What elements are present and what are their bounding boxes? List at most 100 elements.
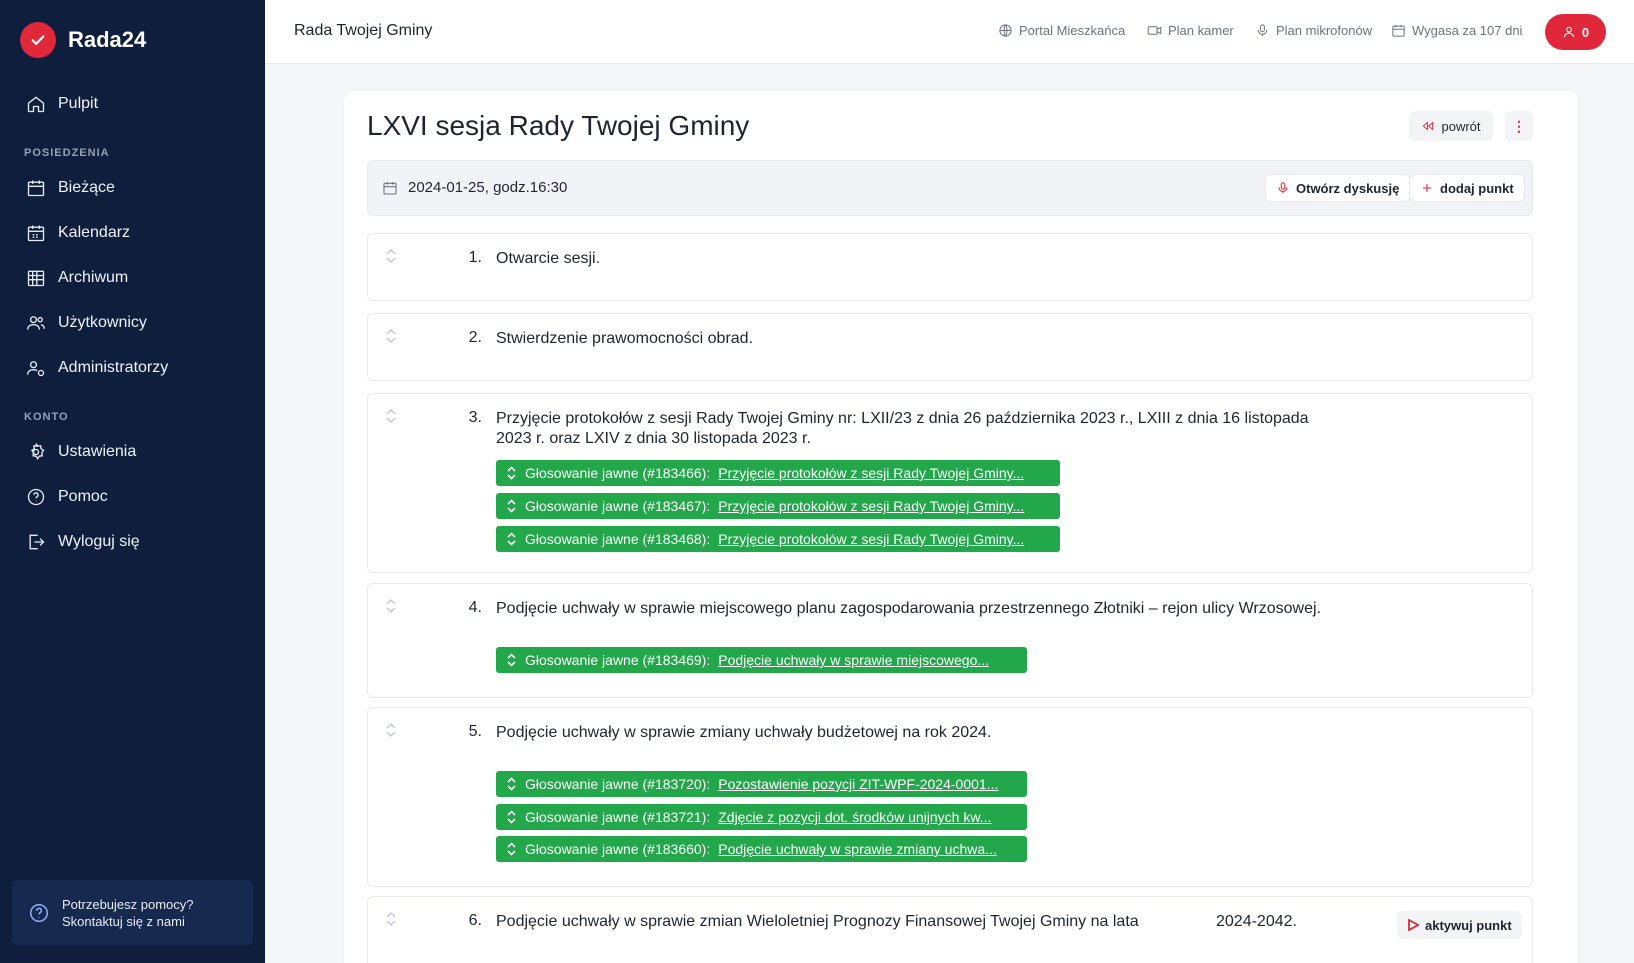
open-discussion-button[interactable]: Otwórz dyskusję (1265, 174, 1411, 202)
logout-icon (29, 534, 45, 550)
vote-badge[interactable]: Głosowanie jawne (#183466): Przyjęcie pr… (496, 460, 1060, 486)
expiry-info: Wygasa za 107 dni (1391, 23, 1522, 38)
sidebar-item-pulpit[interactable]: Pulpit (26, 94, 98, 114)
point-number: 2. (468, 329, 482, 346)
sidebar-item-pomoc[interactable]: Pomoc (26, 487, 108, 507)
agenda-point[interactable]: 4. Podjęcie uchwały w sprawie miejscoweg… (367, 583, 1533, 698)
drag-handle-icon[interactable] (384, 722, 398, 738)
drag-handle-icon[interactable] (384, 328, 398, 344)
vote-prefix: Głosowanie jawne (#183720): (525, 776, 711, 792)
vote-icon (507, 532, 516, 546)
brand-logo (20, 22, 56, 58)
vote-badge[interactable]: Głosowanie jawne (#183720): Pozostawieni… (496, 771, 1027, 797)
sidebar-item-administratorzy[interactable]: Administratorzy (26, 358, 168, 378)
sidebar-item-label: Pomoc (58, 488, 108, 505)
agenda-point[interactable]: 3. Przyjęcie protokołów z sesji Rady Two… (367, 393, 1533, 573)
point-title: Podjęcie uchwały w sprawie miejscowego p… (496, 600, 1322, 617)
vote-prefix: Głosowanie jawne (#183660): (525, 841, 711, 857)
point-title: Przyjęcie protokołów z sesji Rady Twojej… (496, 409, 1456, 449)
point-number: 1. (468, 249, 482, 266)
check-icon (31, 35, 45, 45)
add-point-button[interactable]: dodaj punkt (1409, 174, 1525, 202)
vote-icon (507, 810, 516, 824)
vote-link[interactable]: Pozostawienie pozycji ZIT-WPF-2024-0001.… (718, 776, 998, 792)
vote-prefix: Głosowanie jawne (#183469): (525, 652, 711, 668)
agenda-point[interactable]: 6. Podjęcie uchwały w sprawie zmian Wiel… (367, 896, 1533, 963)
nav-section-posiedzenia: POSIEDZENIA (24, 147, 110, 159)
vote-badge[interactable]: Głosowanie jawne (#183468): Przyjęcie pr… (496, 526, 1060, 552)
help-icon (27, 488, 45, 506)
sidebar-item-label: Bieżące (58, 179, 115, 196)
point-number: 6. (468, 912, 482, 929)
sidebar-item-label: Archiwum (58, 269, 129, 286)
point-number: 5. (468, 723, 482, 740)
drag-handle-icon[interactable] (384, 598, 398, 614)
vote-icon (507, 777, 516, 791)
point-number: 4. (468, 599, 482, 616)
help-icon (30, 903, 48, 922)
plan-mikrofonow-link[interactable]: Plan mikrofonów (1255, 23, 1372, 38)
drag-handle-icon[interactable] (384, 911, 398, 927)
nav-section-konto: KONTO (24, 411, 69, 423)
help-text: Potrzebujesz pomocy? Skontaktuj się z na… (62, 896, 194, 930)
vote-link[interactable]: Podjęcie uchwały w sprawie miejscowego..… (718, 652, 989, 668)
vote-link[interactable]: Przyjęcie protokołów z sesji Rady Twojej… (718, 498, 1024, 514)
vote-icon (507, 499, 516, 513)
online-users-button[interactable]: 0 (1545, 14, 1606, 50)
brand[interactable]: Rada24 (20, 22, 146, 58)
page-title: LXVI sesja Rady Twojej Gminy (367, 110, 750, 141)
agenda-point[interactable]: 2. Stwierdzenie prawomocności obrad. (367, 313, 1533, 381)
calendar-grid-icon (27, 225, 45, 242)
drag-handle-icon[interactable] (384, 408, 398, 424)
microphone-icon (1278, 182, 1288, 194)
more-icon: ⋮ (1512, 117, 1526, 134)
sidebar-item-uzytkownicy[interactable]: Użytkownicy (26, 313, 147, 333)
portal-mieszkanca-link[interactable]: Portal Mieszkańca (998, 23, 1125, 38)
expiry-label: Wygasa za 107 dni (1412, 23, 1523, 38)
microphone-icon (1257, 24, 1268, 37)
point-title-line: 2023 r. oraz LXIV z dnia 30 listopada 20… (496, 430, 811, 447)
vote-link[interactable]: Przyjęcie protokołów z sesji Rady Twojej… (718, 465, 1024, 481)
session-date-bar: 2024-01-25, godz.16:30 Otwórz dyskusję d… (367, 160, 1533, 216)
activate-point-button[interactable]: aktywuj punkt (1397, 911, 1522, 939)
more-options-button[interactable]: ⋮ (1505, 111, 1533, 141)
sidebar-item-archiwum[interactable]: Archiwum (26, 268, 128, 288)
home-icon (27, 96, 45, 113)
camera-icon (1147, 26, 1162, 35)
agenda-point[interactable]: 1. Otwarcie sesji. (367, 233, 1533, 301)
plan-kamer-link[interactable]: Plan kamer (1147, 23, 1234, 38)
help-contact-box[interactable]: Potrzebujesz pomocy? Skontaktuj się z na… (12, 880, 253, 945)
vote-badge[interactable]: Głosowanie jawne (#183467): Przyjęcie pr… (496, 493, 1060, 519)
brand-name: Rada24 (68, 27, 147, 52)
sidebar-item-kalendarz[interactable]: Kalendarz (26, 223, 130, 243)
plus-icon (1422, 183, 1432, 193)
drag-handle-icon[interactable] (384, 248, 398, 264)
calendar-icon (27, 180, 45, 197)
agenda-point[interactable]: 5. Podjęcie uchwały w sprawie zmiany uch… (367, 707, 1533, 887)
admin-icon (27, 361, 45, 377)
point-title: Podjęcie uchwały w sprawie zmian Wielole… (496, 913, 1139, 930)
sidebar-item-biezace[interactable]: Bieżące (26, 178, 115, 198)
back-button-label: powrót (1441, 118, 1481, 134)
top-link-label: Portal Mieszkańca (1019, 23, 1126, 38)
vote-icon (507, 653, 516, 667)
activate-point-label: aktywuj punkt (1425, 917, 1512, 933)
vote-badge[interactable]: Głosowanie jawne (#183469): Podjęcie uch… (496, 647, 1027, 673)
vote-link[interactable]: Przyjęcie protokołów z sesji Rady Twojej… (718, 531, 1024, 547)
topbar-title: Rada Twojej Gminy (294, 22, 433, 39)
calendar-icon (1392, 24, 1405, 37)
globe-icon (999, 24, 1012, 37)
users-icon (27, 316, 45, 330)
sidebar-item-wyloguj[interactable]: Wyloguj się (26, 532, 140, 552)
vote-prefix: Głosowanie jawne (#183467): (525, 498, 711, 514)
point-title: Otwarcie sesji. (496, 250, 601, 267)
vote-badge[interactable]: Głosowanie jawne (#183660): Podjęcie uch… (496, 836, 1027, 862)
add-point-label: dodaj punkt (1440, 180, 1514, 196)
sidebar-item-ustawienia[interactable]: Ustawienia (26, 442, 136, 462)
vote-link[interactable]: Podjęcie uchwały w sprawie zmiany uchwa.… (718, 841, 997, 857)
back-button[interactable]: powrót (1409, 111, 1493, 141)
point-title: Podjęcie uchwały w sprawie zmiany uchwał… (496, 724, 992, 741)
vote-link[interactable]: Zdjęcie z pozycji dot. środków unijnych … (718, 809, 991, 825)
point-number: 3. (468, 409, 482, 426)
vote-badge[interactable]: Głosowanie jawne (#183721): Zdjęcie z po… (496, 804, 1027, 830)
